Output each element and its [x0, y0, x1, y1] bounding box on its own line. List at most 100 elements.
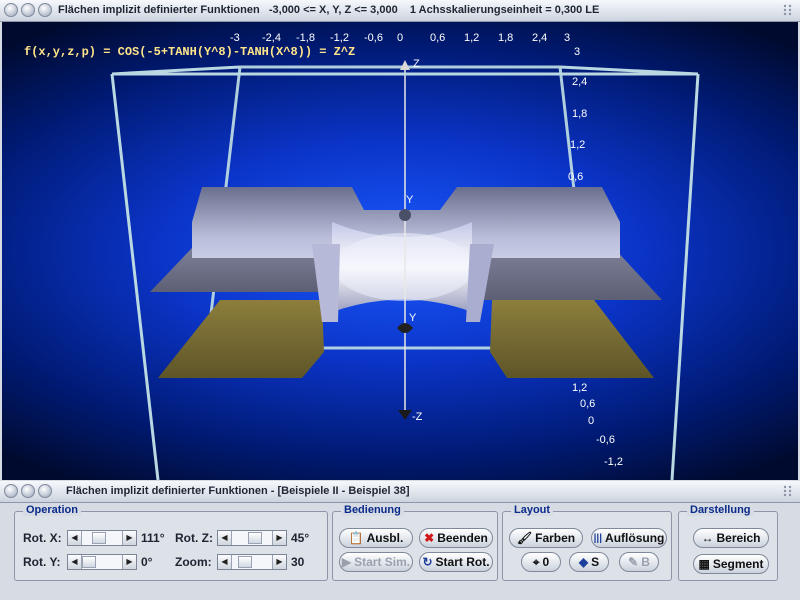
x-tick: -2,4	[262, 32, 281, 44]
z-tick: 0,6	[580, 398, 596, 410]
zoom-value: 30	[291, 555, 305, 569]
segment-button-label: Segment	[712, 557, 764, 571]
ausbl-button-label: Ausbl.	[366, 531, 404, 545]
zero-button-label: 0	[542, 555, 550, 569]
scroll-thumb[interactable]	[92, 532, 106, 544]
clipboard-icon: 📋	[348, 531, 364, 545]
x-tick: -3	[230, 32, 240, 44]
farben-button-label: Farben	[535, 531, 576, 545]
beenden-button[interactable]: ✖ Beenden	[419, 528, 493, 548]
bereich-button[interactable]: ↔ Bereich	[693, 528, 769, 548]
start-rot-button-label: Start Rot.	[435, 555, 490, 569]
zoom-label: Zoom:	[175, 555, 212, 569]
x-tick: 0	[397, 32, 404, 44]
y-axis-label-bottom: Y	[409, 312, 417, 324]
b-button-label: B	[641, 555, 650, 569]
z-tick: 0,6	[568, 171, 584, 183]
formula-label: f(x,y,z,p) = COS(-5+TANH(Y^8)-TANH(X^8))…	[24, 45, 356, 59]
z-tick: 1,2	[570, 139, 586, 151]
start-rot-button[interactable]: ↻ Start Rot.	[419, 552, 493, 572]
y-axis-label-top: Y	[406, 194, 414, 206]
arrow-left-icon[interactable]: ◀	[68, 555, 82, 569]
z-tick: 1,8	[572, 108, 588, 120]
darstellung-group-title: Darstellung	[687, 504, 754, 516]
crosshair-icon: ⌖	[532, 554, 540, 569]
x-tick: 0,6	[430, 32, 446, 44]
segment-button[interactable]: ▦ Segment	[693, 554, 769, 574]
rot-z-value: 45°	[291, 531, 310, 545]
grid-icon: ▦	[698, 557, 710, 571]
z-tick: 1,2	[572, 382, 588, 394]
beenden-button-label: Beenden	[437, 531, 488, 545]
panel-title: Flächen implizit definierter Funktionen …	[66, 485, 410, 497]
bereich-button-label: Bereich	[716, 531, 761, 545]
rot-z-scrollbar[interactable]: ◀ ▶	[217, 530, 287, 546]
panel-minimize-button[interactable]	[21, 484, 35, 498]
s-button-label: S	[591, 555, 600, 569]
panel-close-button[interactable]	[4, 484, 18, 498]
layout-group-title: Layout	[511, 504, 554, 516]
arrow-left-icon[interactable]: ◀	[68, 531, 82, 545]
b-button[interactable]: ✎ B	[619, 552, 659, 572]
fill-icon: ◆	[578, 555, 589, 569]
z-tick: -1,2	[604, 456, 623, 468]
x-tick: -1,2	[330, 32, 349, 44]
window-close-button[interactable]	[4, 3, 18, 17]
brush-icon: ✎	[628, 555, 639, 569]
x-axis-tick-labels: -3 -2,4 -1,8 -1,2 -0,6 0 0,6 1,2 1,8 2,4…	[2, 32, 798, 46]
x-tick: 2,4	[532, 32, 548, 44]
neg-z-axis-label: -Z	[412, 411, 423, 423]
window-title: Flächen implizit definierter Funktionen …	[58, 4, 600, 16]
start-sim-button-label: Start Sim.	[354, 555, 411, 569]
rot-z-label: Rot. Z:	[175, 531, 213, 545]
scroll-thumb[interactable]	[82, 556, 96, 568]
darstellung-group: Darstellung ↔ Bereich ▦ Segment	[678, 504, 778, 581]
scroll-thumb[interactable]	[238, 556, 252, 568]
rot-x-value: 111°	[141, 531, 165, 545]
x-tick: 1,2	[464, 32, 480, 44]
window-maximize-button[interactable]	[38, 3, 52, 17]
farben-button[interactable]: 🖌 Farben	[509, 528, 583, 548]
z-tick: 3	[574, 46, 581, 58]
window-title-bar: Flächen implizit definierter Funktionen …	[0, 0, 800, 22]
control-panel: Operation Rot. X: ◀ ▶ 111° Rot. Z: ◀ ▶ 4…	[0, 503, 800, 600]
ausbl-button[interactable]: 📋 Ausbl.	[339, 528, 413, 548]
window-minimize-button[interactable]	[21, 3, 35, 17]
rot-y-scrollbar[interactable]: ◀ ▶	[67, 554, 137, 570]
rotate-icon: ↻	[422, 555, 433, 569]
rot-x-scrollbar[interactable]: ◀ ▶	[67, 530, 137, 546]
resize-grip-icon[interactable]	[782, 484, 794, 498]
close-icon: ✖	[424, 531, 435, 545]
bedienung-group-title: Bedienung	[341, 504, 404, 516]
z-tick: 2,4	[572, 76, 588, 88]
panel-maximize-button[interactable]	[38, 484, 52, 498]
paint-icon: 🖌	[516, 531, 533, 545]
start-sim-button[interactable]: ▶ Start Sim.	[339, 552, 413, 572]
panel-title-bar: Flächen implizit definierter Funktionen …	[0, 481, 800, 503]
zero-button[interactable]: ⌖ 0	[521, 552, 561, 572]
zoom-scrollbar[interactable]: ◀ ▶	[217, 554, 287, 570]
rot-y-label: Rot. Y:	[23, 555, 61, 569]
arrow-right-icon[interactable]: ▶	[122, 555, 136, 569]
x-tick: 3	[564, 32, 571, 44]
play-icon: ▶	[341, 555, 352, 569]
operation-group-title: Operation	[23, 504, 81, 516]
z-axis-label: Z	[413, 58, 420, 70]
arrow-right-icon[interactable]: ▶	[122, 531, 136, 545]
bedienung-group: Bedienung 📋 Ausbl. ✖ Beenden ▶ Start Sim. ↻…	[332, 504, 498, 581]
arrow-right-icon[interactable]: ▶	[272, 555, 286, 569]
rot-x-label: Rot. X:	[23, 531, 62, 545]
scroll-thumb[interactable]	[248, 532, 262, 544]
layout-group: Layout 🖌 Farben ||| Auflösung ⌖ 0 ◆ S ✎ B	[502, 504, 672, 581]
x-tick: -0,6	[364, 32, 383, 44]
arrow-left-icon[interactable]: ◀	[218, 555, 232, 569]
plot-canvas[interactable]: f(x,y,z,p) = COS(-5+TANH(Y^8)-TANH(X^8))…	[2, 22, 798, 480]
x-tick: -1,8	[296, 32, 315, 44]
s-button[interactable]: ◆ S	[569, 552, 609, 572]
arrow-right-icon[interactable]: ▶	[272, 531, 286, 545]
arrow-left-icon[interactable]: ◀	[218, 531, 232, 545]
range-icon: ↔	[701, 531, 714, 545]
resize-grip-icon[interactable]	[782, 3, 794, 17]
x-tick: 1,8	[498, 32, 514, 44]
aufloesung-button[interactable]: ||| Auflösung	[591, 528, 667, 548]
